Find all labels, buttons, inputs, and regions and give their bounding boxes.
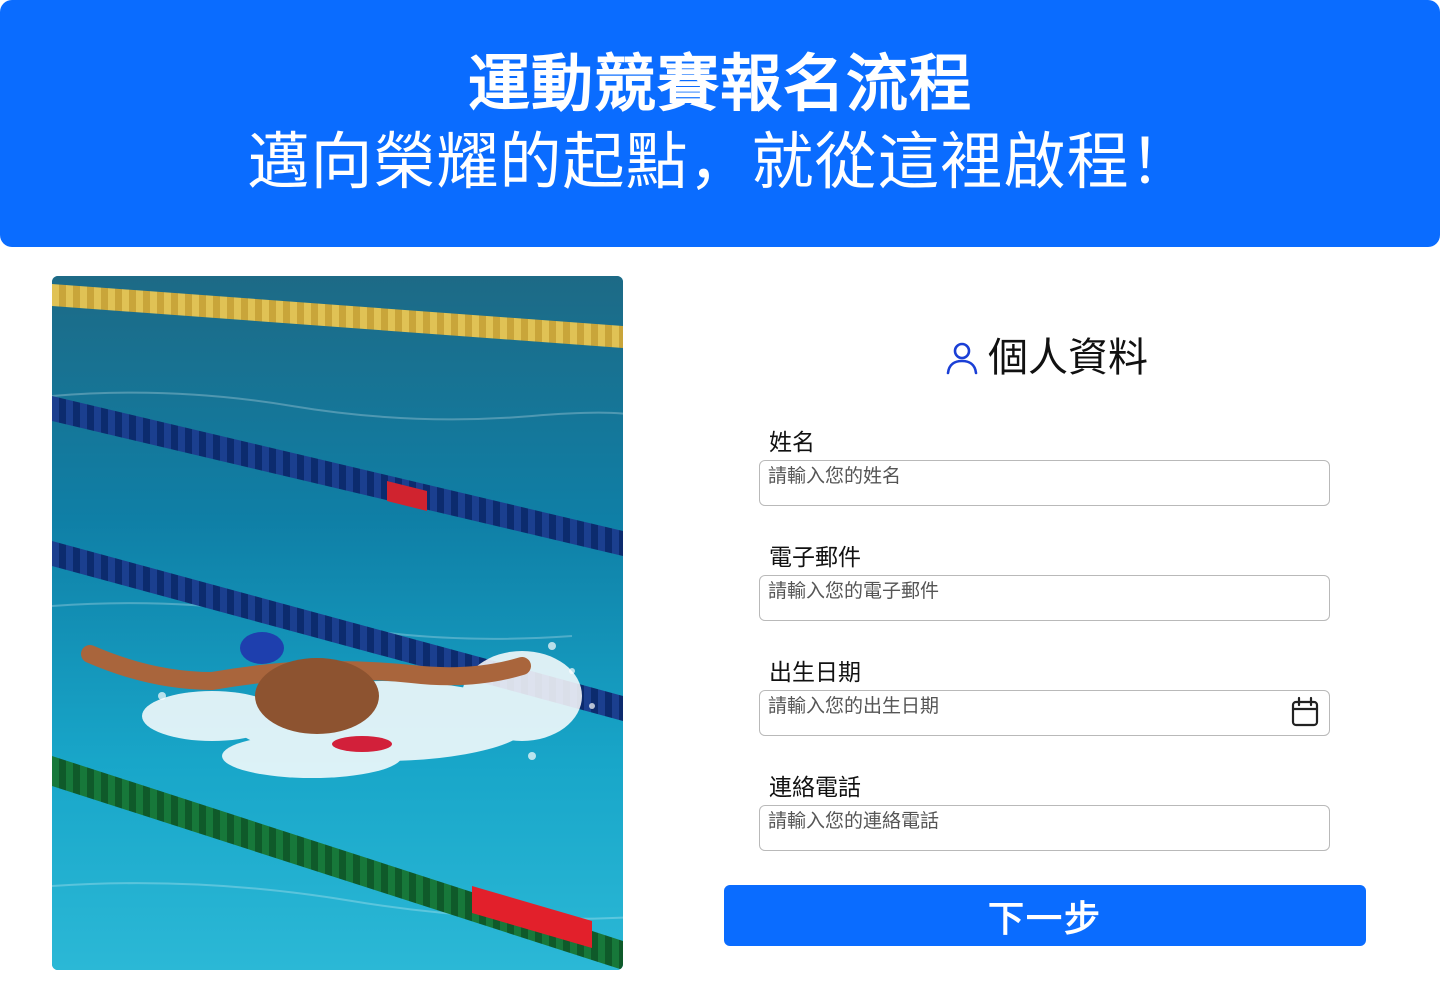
swimmer-photo <box>52 276 623 970</box>
next-button[interactable]: 下一步 <box>724 885 1366 946</box>
page-title: 運動競賽報名流程 <box>467 46 972 120</box>
name-field-group: 姓名 <box>759 428 1330 506</box>
hero-banner: 運動競賽報名流程 邁向榮耀的起點，就從這裡啟程！ <box>0 0 1440 247</box>
birthdate-label: 出生日期 <box>769 660 861 686</box>
email-input[interactable] <box>759 575 1330 621</box>
birthdate-field-group: 出生日期 <box>759 658 1330 736</box>
calendar-icon[interactable] <box>1290 696 1320 728</box>
page-subtitle: 邁向榮耀的起點，就從這裡啟程！ <box>247 124 1193 198</box>
form-heading: 個人資料 <box>944 332 1148 384</box>
name-label: 姓名 <box>769 430 815 456</box>
birthdate-input[interactable] <box>759 690 1330 736</box>
form-title: 個人資料 <box>988 335 1148 381</box>
email-field-group: 電子郵件 <box>759 543 1330 621</box>
phone-field-group: 連絡電話 <box>759 773 1330 851</box>
email-label: 電子郵件 <box>769 545 861 571</box>
phone-input[interactable] <box>759 805 1330 851</box>
user-icon <box>946 342 978 375</box>
phone-label: 連絡電話 <box>769 775 861 801</box>
name-input[interactable] <box>759 460 1330 506</box>
swimmer-illustration <box>52 276 623 970</box>
